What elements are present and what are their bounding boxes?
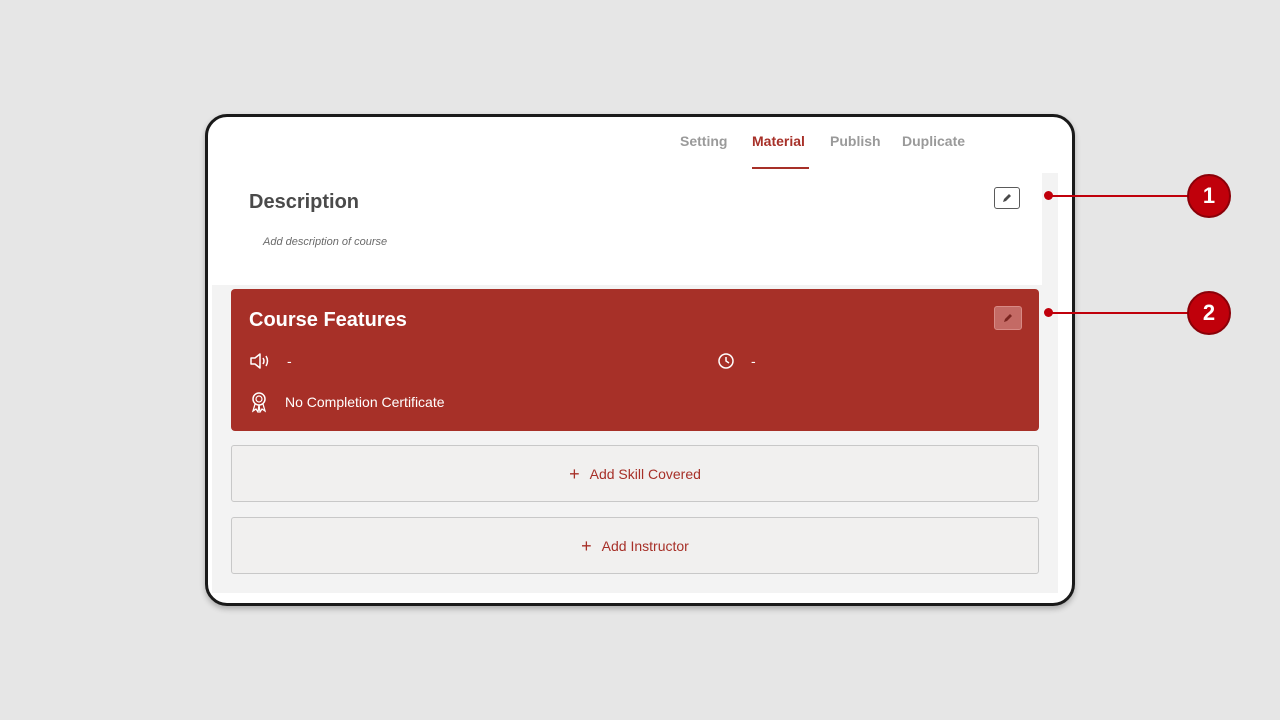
add-skill-button[interactable]: + Add Skill Covered [231,445,1039,502]
edit-features-button[interactable] [994,306,1022,330]
course-features-card: Course Features - - No Completion Certif… [231,289,1039,431]
award-icon [251,392,267,413]
description-placeholder[interactable]: Add description of course [263,236,387,248]
tab-publish[interactable]: Publish [830,133,881,149]
active-tab-indicator [752,167,809,169]
description-card: Description Add description of course [212,173,1042,285]
edit-icon [1004,314,1012,322]
callout-badge-2: 2 [1187,291,1231,335]
edit-description-button[interactable] [994,187,1020,209]
add-instructor-button[interactable]: + Add Instructor [231,517,1039,574]
app-window: Setting Material Publish Duplicate Descr… [205,114,1075,606]
add-instructor-label: Add Instructor [601,537,689,554]
add-skill-label: Add Skill Covered [589,465,701,482]
callout-line-2 [1048,312,1190,314]
description-title: Description [249,191,360,213]
tab-material[interactable]: Material [752,133,805,149]
certificate-feature: No Completion Certificate [249,391,445,413]
certificate-label: No Completion Certificate [285,394,445,410]
clock-icon [718,353,734,369]
course-features-title: Course Features [249,309,407,331]
audio-value: - [287,353,292,369]
callout-line-1 [1048,195,1190,197]
tab-setting[interactable]: Setting [680,133,727,149]
callout-badge-1: 1 [1187,174,1231,218]
material-content: Description Add description of course Co… [212,173,1058,593]
speaker-icon [250,353,269,369]
plus-icon: + [581,535,592,556]
audio-feature: - [249,352,292,370]
edit-icon [1003,194,1011,202]
duration-feature: - [717,352,756,370]
tab-bar: Setting Material Publish Duplicate [208,117,1072,173]
tab-duplicate[interactable]: Duplicate [902,133,965,149]
plus-icon: + [569,463,580,484]
duration-value: - [751,353,756,369]
